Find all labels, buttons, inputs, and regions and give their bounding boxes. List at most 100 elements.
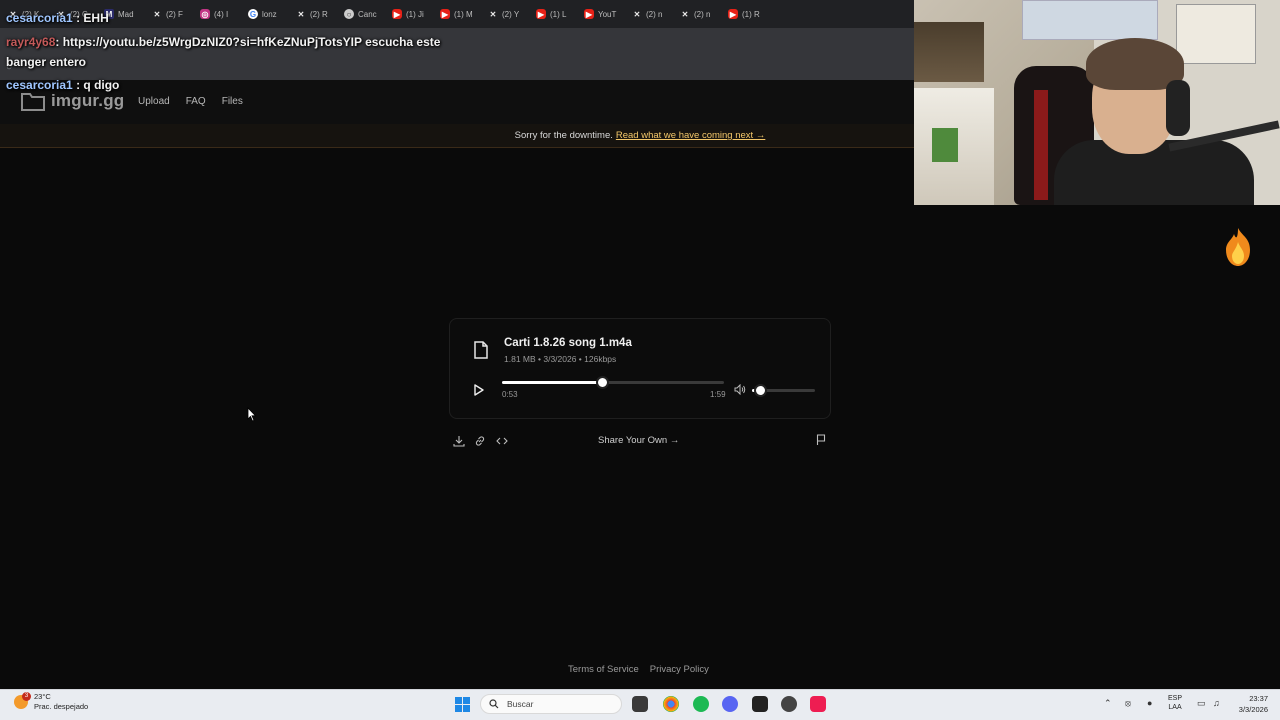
browser-tab[interactable]: ✕ (2) R xyxy=(292,3,340,25)
taskbar-file-explorer-icon[interactable] xyxy=(632,696,648,712)
browser-tab-label: (2) n xyxy=(694,9,711,19)
yt-favicon-icon: ▶ xyxy=(440,9,450,19)
lang-layout: LAA xyxy=(1168,704,1182,711)
browser-tab[interactable]: ✕ (2) F xyxy=(148,3,196,25)
browser-tab[interactable]: ◎ (4) I xyxy=(196,3,244,25)
taskbar-discord-icon[interactable] xyxy=(722,696,738,712)
weather-sun-icon: 3 xyxy=(14,692,31,709)
taskbar-clock[interactable]: 23:37 3/3/2026 xyxy=(1232,693,1268,715)
tray-language[interactable]: ESP LAA xyxy=(1168,694,1182,712)
taskbar-capcut-icon[interactable] xyxy=(752,696,768,712)
progress-slider[interactable] xyxy=(502,376,724,389)
chat-message: cesarcoria1 : EHH xyxy=(6,11,109,25)
weather-badge: 3 xyxy=(22,692,31,701)
progress-thumb[interactable] xyxy=(595,376,609,389)
tray-network-off-icon[interactable]: ⦻ xyxy=(1125,698,1131,709)
nav-files[interactable]: Files xyxy=(222,96,243,107)
x-favicon-icon: ✕ xyxy=(153,9,161,19)
chat-message: cesarcoria1 : q digo xyxy=(6,78,119,92)
play-icon[interactable] xyxy=(472,384,484,396)
x-favicon-icon: ✕ xyxy=(297,9,305,19)
browser-tab-label: (4) I xyxy=(214,9,229,19)
browser-tab-label: (1) L xyxy=(550,9,567,19)
volume-icon[interactable] xyxy=(734,384,746,395)
browser-tab[interactable]: ▶ (1) L xyxy=(532,3,580,25)
search-icon xyxy=(489,699,499,709)
link-icon[interactable] xyxy=(474,435,486,447)
browser-tab-label: (2) n xyxy=(646,9,663,19)
windows-start-icon[interactable] xyxy=(455,697,470,712)
site-logo[interactable]: imgur.gg xyxy=(20,90,124,112)
weather-temp: 23°C xyxy=(34,692,51,701)
webcam-creeper-figure xyxy=(932,128,958,162)
yt-favicon-icon: ▶ xyxy=(728,9,738,19)
weather-widget[interactable]: 3 23°C Prac. despejado xyxy=(14,692,88,712)
audio-player-card xyxy=(449,318,831,419)
browser-tab-label: (1) Ji xyxy=(406,9,424,19)
browser-tab[interactable]: ✕ (2) n xyxy=(676,3,724,25)
browser-tab[interactable]: ✕ (2) Y xyxy=(484,3,532,25)
chat-text: banger entero xyxy=(6,55,87,69)
webcam-overlay xyxy=(914,0,1280,205)
browser-tab[interactable]: ✕ (2) n xyxy=(628,3,676,25)
weather-text: 23°C Prac. despejado xyxy=(34,692,88,712)
logo-text: imgur.gg xyxy=(51,91,125,110)
total-time: 1:59 xyxy=(710,390,726,399)
share-your-own-link[interactable]: Share Your Own → xyxy=(598,435,679,446)
banner-link[interactable]: Read what we have coming next → xyxy=(616,130,765,141)
lang-code: ESP xyxy=(1168,695,1183,702)
progress-fill xyxy=(502,381,602,384)
volume-thumb[interactable] xyxy=(753,384,767,397)
browser-tab-label: (1) R xyxy=(742,9,760,19)
x-favicon-icon: ✕ xyxy=(681,9,689,19)
c-favicon-icon: ○ xyxy=(344,9,354,19)
banner-text: Sorry for the downtime. xyxy=(514,130,613,141)
embed-code-icon[interactable] xyxy=(496,435,508,447)
tray-display-icon[interactable]: ▭ xyxy=(1197,698,1206,709)
tray-chevron-up-icon[interactable]: ⌃ xyxy=(1104,698,1112,709)
site-nav: Upload FAQ Files xyxy=(138,96,243,107)
browser-tab[interactable]: ▶ YouT xyxy=(580,3,628,25)
webcam-shelf xyxy=(914,22,984,82)
browser-tab-label: (2) F xyxy=(166,9,183,19)
volume-slider[interactable] xyxy=(752,384,815,397)
browser-tab-label: Mad xyxy=(118,9,134,19)
fire-emote-icon xyxy=(1226,228,1250,266)
privacy-link[interactable]: Privacy Policy xyxy=(650,664,709,675)
taskbar-search[interactable]: Buscar xyxy=(480,694,622,714)
taskbar-tiktok-icon[interactable] xyxy=(810,696,826,712)
browser-tab-label: (2) Y xyxy=(502,9,520,19)
tray-microphone-icon[interactable]: ● xyxy=(1147,698,1152,708)
download-icon[interactable] xyxy=(453,435,465,447)
browser-tab-strip: ✕ (2) K ✕ (2) C M Mad ✕ (2) F ◎ (4) I Glonz ✕ (2) R ○… xyxy=(0,0,914,28)
nav-upload[interactable]: Upload xyxy=(138,96,170,107)
chat-username: cesarcoria1 xyxy=(6,11,73,25)
browser-tab[interactable]: ▶ (1) Ji xyxy=(388,3,436,25)
webcam-chair-stripe xyxy=(1034,90,1048,200)
weather-desc: Prac. despejado xyxy=(34,702,89,711)
taskbar-obs-icon[interactable] xyxy=(781,696,797,712)
chat-text: : q digo xyxy=(72,78,120,92)
browser-tab[interactable]: ○ Canc xyxy=(340,3,388,25)
taskbar-spotify-icon[interactable] xyxy=(693,696,709,712)
browser-tab-label: YouT xyxy=(598,9,617,19)
chat-username: rayr4y68 xyxy=(6,35,56,49)
terms-link[interactable]: Terms of Service xyxy=(568,664,639,675)
browser-tab[interactable]: ▶ (1) R xyxy=(724,3,772,25)
report-flag-icon[interactable] xyxy=(816,434,826,446)
browser-tab[interactable]: Glonz xyxy=(244,3,292,25)
webcam-poster xyxy=(1022,0,1158,40)
taskbar-chrome-icon[interactable] xyxy=(663,696,679,712)
browser-tab[interactable]: ▶ (1) M xyxy=(436,3,484,25)
mouse-cursor-icon xyxy=(247,407,257,422)
webcam-headset xyxy=(1166,80,1190,136)
g-favicon-icon: G xyxy=(248,9,258,19)
clock-date: 3/3/2026 xyxy=(1238,705,1268,714)
clock-time: 23:37 xyxy=(1249,694,1268,703)
browser-tab-label: (1) M xyxy=(454,9,473,19)
nav-faq[interactable]: FAQ xyxy=(186,96,206,107)
folder-icon xyxy=(21,93,45,111)
browser-tab-label: Canc xyxy=(358,9,377,19)
search-placeholder: Buscar xyxy=(507,699,534,709)
tray-volume-icon[interactable]: ♫ xyxy=(1213,698,1220,708)
